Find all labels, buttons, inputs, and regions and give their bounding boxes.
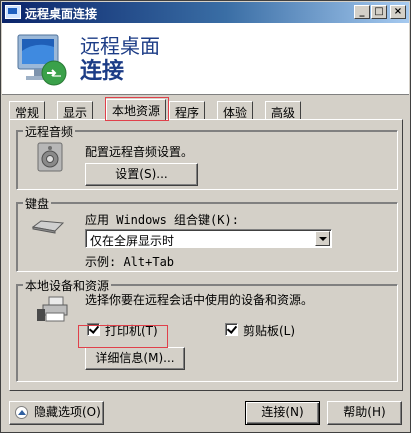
windows-keys-selected-value: 仅在全屏显示时 [90,234,175,248]
devices-icon [37,296,68,322]
apply-windows-keys-label: 应用 Windows 组合键(K): [85,213,239,227]
keyboard-icon [31,220,65,234]
hide-options-button[interactable]: 隐藏选项(O) [9,401,104,425]
tab-display[interactable]: 显示 [57,101,94,120]
title-bar[interactable]: 远程桌面连接 _ □ × [2,2,409,23]
printers-checkbox[interactable] [87,323,100,336]
minimize-button[interactable]: _ [354,5,370,19]
keyboard-group: 键盘 应用 Windows 组合键(K): 仅在全屏显示时 示例: Alt+Ta… [16,195,398,272]
remote-audio-group-title: 远程音频 [23,123,76,140]
hide-options-label: 隐藏选项(O) [34,405,101,419]
remote-audio-group: 远程音频 配置远程音频设置。 设置(S)... [16,123,398,190]
remote-audio-description: 配置远程音频设置。 [85,145,194,159]
help-button[interactable]: 帮助(H) [327,401,402,425]
keyboard-group-title: 键盘 [23,195,52,212]
local-resources-panel: 远程音频 配置远程音频设置。 设置(S)... 键盘 应用 Windows 组合… [9,119,403,391]
clipboard-checkbox[interactable] [225,323,238,336]
chevron-up-icon [15,406,28,419]
rdp-app-icon [5,5,21,19]
maximize-button[interactable]: □ [371,5,387,19]
remote-desktop-logo-icon [17,34,67,86]
tab-general[interactable]: 常规 [9,101,46,120]
clipboard-label[interactable]: 剪贴板(L) [243,322,295,339]
details-button[interactable]: 详细信息(M)... [85,347,185,370]
tab-experience[interactable]: 体验 [217,101,254,120]
connect-button[interactable]: 连接(N) [245,401,320,425]
printers-label[interactable]: 打印机(T) [105,322,158,339]
speaker-icon [37,142,63,172]
tab-programs[interactable]: 程序 [169,101,206,120]
close-button[interactable]: × [390,5,406,19]
window-title: 远程桌面连接 [25,7,98,21]
tab-local-resources[interactable]: 本地资源 [106,99,167,120]
chevron-down-icon[interactable] [315,231,330,246]
banner-title-line2: 连接 [80,59,125,84]
header-banner: 远程桌面 连接 [2,23,409,95]
keyboard-example-text: 示例: Alt+Tab [85,255,175,269]
audio-settings-button[interactable]: 设置(S)... [85,163,198,186]
windows-keys-select[interactable]: 仅在全屏显示时 [85,229,332,248]
local-devices-group: 本地设备和资源 选择你要在远程会话中使用的设备和资源。 打印机(T) 剪贴板(L… [16,277,398,382]
local-devices-description: 选择你要在远程会话中使用的设备和资源。 [85,293,314,307]
rdp-window: 远程桌面连接 _ □ × 远程桌面 连接 常规 显示 本地资源 程序 体验 高级… [0,0,411,433]
tab-advanced[interactable]: 高级 [265,101,302,120]
